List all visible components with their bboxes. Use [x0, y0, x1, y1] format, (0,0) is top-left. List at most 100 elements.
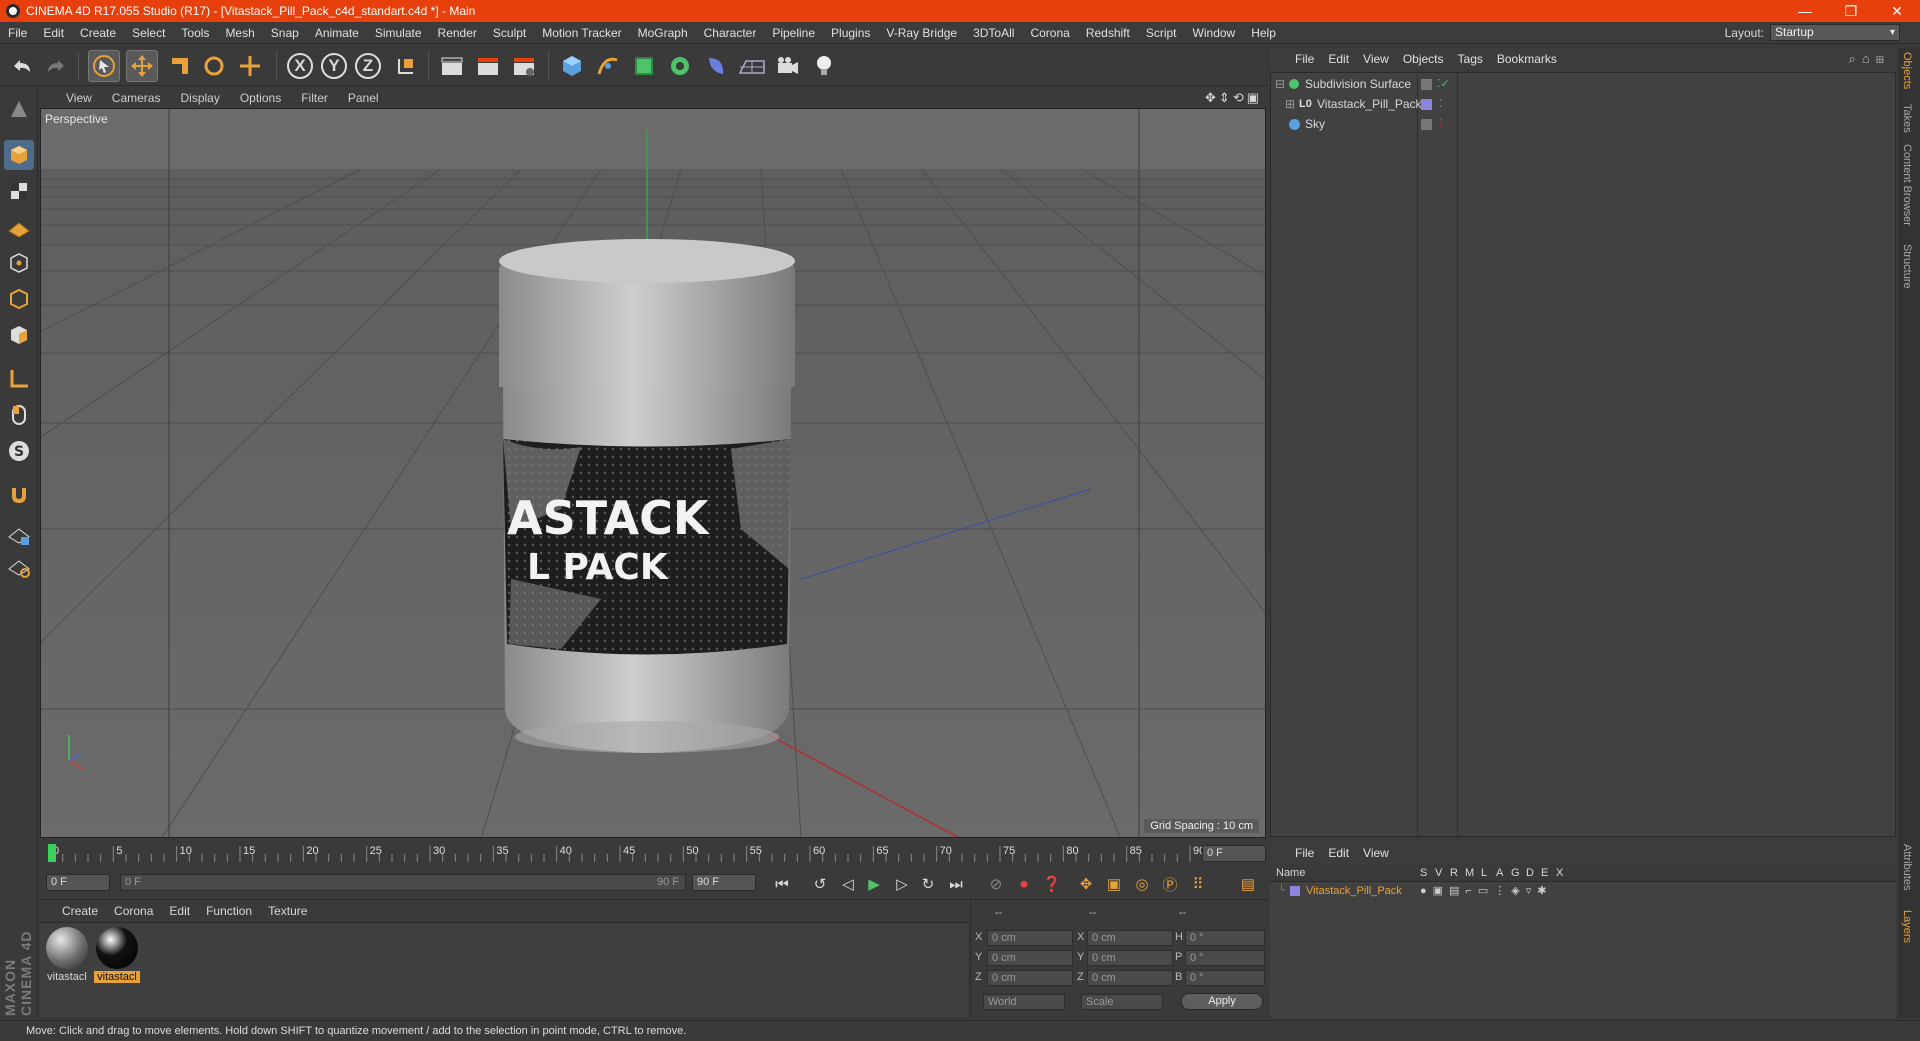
- menu-plugins[interactable]: Plugins: [823, 26, 878, 40]
- menu-corona[interactable]: Corona: [1022, 26, 1077, 40]
- previous-frame-button[interactable]: ◁: [836, 873, 860, 895]
- menu-snap[interactable]: Snap: [263, 26, 307, 40]
- coord-pos-y-field[interactable]: 0 cm: [987, 950, 1073, 966]
- transform-tool-button[interactable]: [234, 50, 266, 82]
- tab-objects[interactable]: Objects: [1901, 52, 1913, 89]
- coord-size-y-field[interactable]: 0 cm: [1087, 950, 1173, 966]
- add-camera-button[interactable]: [772, 50, 804, 82]
- layer-col-animation[interactable]: A: [1496, 867, 1503, 879]
- coord-mode-dropdown[interactable]: World: [983, 994, 1065, 1010]
- layer-color-swatch[interactable]: [1290, 886, 1300, 896]
- material-swatch-selected[interactable]: vitastacl: [94, 927, 140, 983]
- layer-tag-icon[interactable]: [1421, 119, 1432, 130]
- render-view-button[interactable]: [436, 50, 468, 82]
- play-button[interactable]: ▶: [862, 873, 886, 895]
- menu-animate[interactable]: Animate: [307, 26, 367, 40]
- goto-end-button[interactable]: ⏭: [944, 873, 968, 895]
- object-menu-tags[interactable]: Tags: [1451, 52, 1490, 66]
- key-pla-button[interactable]: ⠿: [1186, 873, 1210, 895]
- close-button[interactable]: ✕: [1874, 0, 1920, 22]
- goto-start-button[interactable]: ⏮: [770, 873, 794, 895]
- axis-x-button[interactable]: X: [284, 50, 316, 82]
- minimize-button[interactable]: —: [1782, 0, 1828, 22]
- viewport-menu-options[interactable]: Options: [230, 91, 291, 105]
- menu-pipeline[interactable]: Pipeline: [764, 26, 823, 40]
- object-menu-bookmarks[interactable]: Bookmarks: [1490, 52, 1564, 66]
- axis-z-button[interactable]: Z: [352, 50, 384, 82]
- viewport-menu-display[interactable]: Display: [170, 91, 229, 105]
- coord-rot-b-field[interactable]: 0 °: [1185, 970, 1265, 986]
- object-manager-search-home-icons[interactable]: ⌕⌂⊞: [1849, 51, 1890, 67]
- layer-col-generators[interactable]: G: [1511, 867, 1520, 879]
- expand-icon[interactable]: ⊞: [1285, 95, 1295, 114]
- material-swatch[interactable]: vitastacl: [44, 927, 90, 983]
- layer-menu-view[interactable]: View: [1356, 846, 1396, 860]
- timeline-ruler[interactable]: 0 5 10 15 20 25 30 35 40 45 50 55 60 65 70 75 80 85 90 0 F: [40, 840, 1268, 866]
- polygons-mode-button[interactable]: [4, 320, 34, 350]
- redo-button[interactable]: [40, 50, 72, 82]
- key-position-button[interactable]: ✥: [1074, 873, 1098, 895]
- axis-y-button[interactable]: Y: [318, 50, 350, 82]
- menu-select[interactable]: Select: [124, 26, 173, 40]
- layer-col-deformers[interactable]: D: [1526, 867, 1534, 879]
- menu-create[interactable]: Create: [72, 26, 124, 40]
- magnet-button[interactable]: [4, 480, 34, 510]
- visibility-dots-icon[interactable]: ⁚: [1439, 115, 1443, 134]
- timeline-playhead[interactable]: [48, 844, 56, 862]
- coord-rot-h-field[interactable]: 0 °: [1185, 930, 1265, 946]
- menu-character[interactable]: Character: [696, 26, 765, 40]
- restore-button[interactable]: ❐: [1828, 0, 1874, 22]
- menu-mograph[interactable]: MoGraph: [630, 26, 696, 40]
- object-row-subdivision-surface[interactable]: ⊟ Subdivision Surface ⁚✓: [1271, 75, 1895, 94]
- menu-file[interactable]: File: [0, 26, 35, 40]
- layer-tag-icon[interactable]: [1421, 79, 1432, 90]
- coord-pos-x-field[interactable]: 0 cm: [987, 930, 1073, 946]
- add-nurbs-button[interactable]: [628, 50, 660, 82]
- coord-size-z-field[interactable]: 0 cm: [1087, 970, 1173, 986]
- planar-workplane-button[interactable]: [4, 552, 34, 582]
- record-active-objects-button[interactable]: ⊘: [984, 873, 1008, 895]
- object-row-sky[interactable]: Sky ⁚: [1271, 115, 1895, 134]
- object-menu-view[interactable]: View: [1356, 52, 1396, 66]
- tab-takes[interactable]: Takes: [1901, 104, 1913, 133]
- layer-row[interactable]: └ Vitastack_Pill_Pack ●▣▤⌐▭⋮◈▿✱: [1270, 883, 1894, 899]
- tab-content-browser[interactable]: Content Browser: [1901, 144, 1913, 226]
- autokeying-button[interactable]: ⏺: [1012, 873, 1036, 895]
- layer-col-name[interactable]: Name: [1276, 867, 1305, 879]
- coord-scale-dropdown[interactable]: Scale: [1081, 994, 1163, 1010]
- pill-jar-model[interactable]: ASTACK L PACK: [499, 239, 795, 753]
- current-frame-field[interactable]: 0 F: [1202, 845, 1266, 862]
- layer-menu-file[interactable]: File: [1288, 846, 1321, 860]
- layer-col-expressions[interactable]: E: [1541, 867, 1548, 879]
- visibility-dots-icon[interactable]: ⁚: [1439, 95, 1443, 114]
- timeline-window-button[interactable]: ▤: [1236, 873, 1260, 895]
- menu-simulate[interactable]: Simulate: [367, 26, 430, 40]
- workplane-mode-button[interactable]: [4, 212, 34, 242]
- layer-toggle-icons[interactable]: ●▣▤⌐▭⋮◈▿✱: [1420, 883, 1552, 899]
- start-frame-field[interactable]: 0 F: [46, 874, 110, 891]
- layer-color-icon[interactable]: [1421, 99, 1432, 110]
- coord-size-x-field[interactable]: 0 cm: [1087, 930, 1173, 946]
- menu-window[interactable]: Window: [1185, 26, 1244, 40]
- add-cube-button[interactable]: [556, 50, 588, 82]
- edit-render-settings-button[interactable]: [508, 50, 540, 82]
- layer-col-xref[interactable]: X: [1556, 867, 1563, 879]
- apply-button[interactable]: Apply: [1181, 993, 1263, 1010]
- next-frame-button[interactable]: ▷: [890, 873, 914, 895]
- lock-workplane-button[interactable]: [4, 520, 34, 550]
- render-to-picture-viewer-button[interactable]: [472, 50, 504, 82]
- menu-redshift[interactable]: Redshift: [1078, 26, 1138, 40]
- layer-col-locked[interactable]: L: [1481, 867, 1487, 879]
- menu-script[interactable]: Script: [1138, 26, 1185, 40]
- texture-mode-button[interactable]: [4, 176, 34, 206]
- make-editable-button[interactable]: [4, 94, 34, 124]
- enabled-check-icon[interactable]: ⁚✓: [1437, 75, 1450, 94]
- viewport-menu-view[interactable]: View: [40, 91, 102, 105]
- material-menu-function[interactable]: Function: [198, 904, 260, 918]
- collapse-icon[interactable]: ⊟: [1275, 75, 1285, 94]
- add-light-button[interactable]: [808, 50, 840, 82]
- move-tool-button[interactable]: [126, 50, 158, 82]
- undo-button[interactable]: [6, 50, 38, 82]
- tab-layers[interactable]: Layers: [1901, 910, 1913, 943]
- add-floor-button[interactable]: [736, 50, 768, 82]
